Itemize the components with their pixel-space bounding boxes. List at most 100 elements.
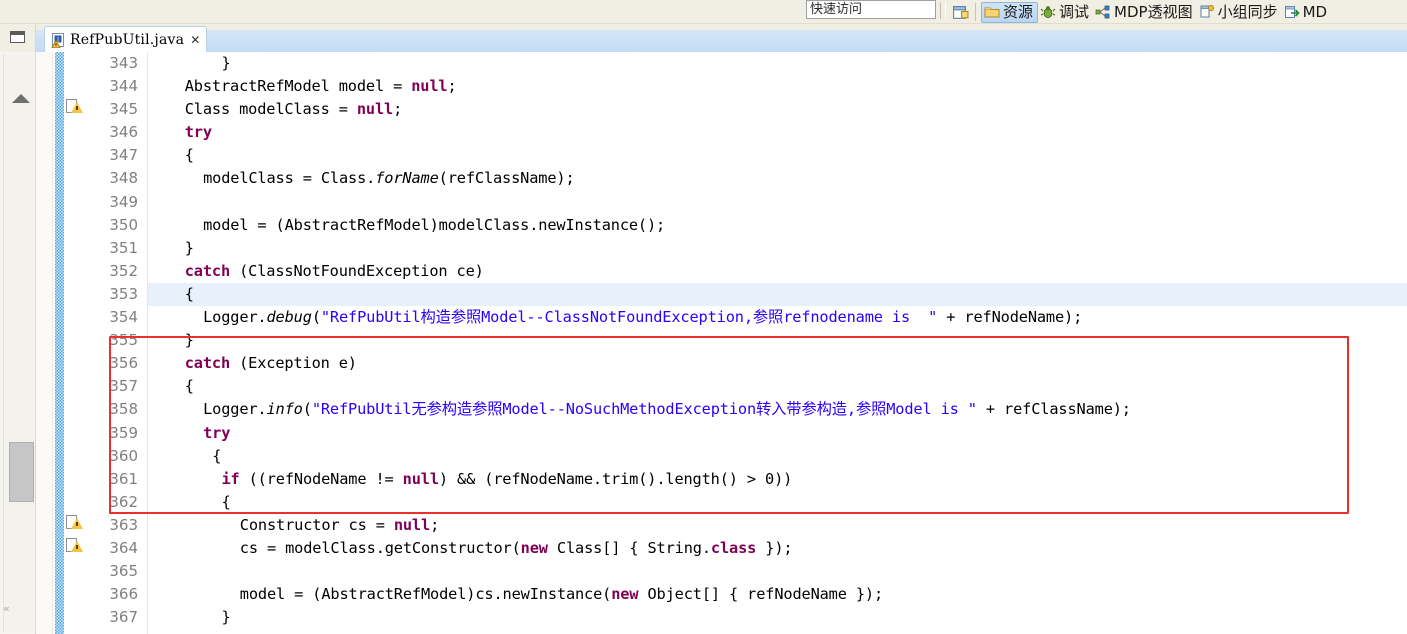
java-source-editor[interactable]: 343 344 345 346 347 348 349 350 351 352 353 354 355 3… xyxy=(36,52,1407,634)
code-text: { xyxy=(221,492,231,511)
annotation-ruler[interactable] xyxy=(36,52,53,634)
close-icon[interactable]: ✕ xyxy=(190,33,200,47)
code-line[interactable]: { xyxy=(148,144,1407,167)
line-number: 362 xyxy=(109,492,138,511)
gutter-row: 355 xyxy=(64,329,147,352)
perspective-team-sync-label: 小组同步 xyxy=(1217,3,1278,21)
line-number: 367 xyxy=(109,608,138,627)
code-text: { xyxy=(212,446,222,465)
warning-marker-icon[interactable] xyxy=(66,98,83,114)
code-line[interactable]: if ((refNodeName != null) && (refNodeNam… xyxy=(148,468,1407,491)
current-line-highlight xyxy=(148,282,1407,307)
perspective-resource-label: 资源 xyxy=(1003,3,1034,21)
code-line[interactable]: { xyxy=(148,282,1407,307)
line-number: 365 xyxy=(109,562,138,581)
line-number: 351 xyxy=(109,238,138,257)
code-line[interactable]: try xyxy=(148,121,1407,144)
code-text: catch (Exception e) xyxy=(184,354,357,373)
code-text: Constructor cs = null; xyxy=(239,515,440,534)
gutter-row: 346 xyxy=(64,121,147,144)
left-bottom-marker: « xyxy=(3,602,10,615)
line-number: 349 xyxy=(109,192,138,211)
line-number: 343 xyxy=(109,54,138,72)
line-number: 348 xyxy=(109,169,138,188)
line-number: 361 xyxy=(109,469,138,488)
code-text: catch (ClassNotFoundException ce) xyxy=(184,261,484,280)
perspective-md[interactable]: MD xyxy=(1282,2,1332,23)
scroll-up-arrow[interactable] xyxy=(12,94,30,103)
left-minimized-bar: « xyxy=(0,24,36,634)
quick-access-input[interactable]: 快速访问 xyxy=(806,0,936,19)
gutter-row: 363 xyxy=(64,514,147,537)
gutter-row: 353 xyxy=(64,283,147,306)
change-ruler xyxy=(55,52,64,634)
line-number: 355 xyxy=(109,331,138,350)
code-text-area[interactable]: } AbstractRefModel model = null; Class mod… xyxy=(148,52,1407,634)
code-line[interactable]: Logger.debug("RefPubUtil构造参照Model--Class… xyxy=(148,306,1407,329)
code-line[interactable]: Class modelClass = null; xyxy=(148,98,1407,121)
code-line[interactable]: } xyxy=(148,329,1407,352)
line-number: 344 xyxy=(109,77,138,96)
code-line[interactable]: model = (AbstractRefModel)modelClass.new… xyxy=(148,214,1407,237)
perspective-switcher: 资源 调试 MDP透视图 小组同步 MD xyxy=(950,0,1331,24)
editor-tab-refpubutil[interactable]: J RefPubUtil.java ✕ xyxy=(44,26,208,52)
line-number: 353 xyxy=(109,284,138,303)
code-line[interactable]: catch (Exception e) xyxy=(148,352,1407,375)
perspective-debug[interactable]: 调试 xyxy=(1038,2,1093,23)
line-number: 356 xyxy=(109,354,138,373)
code-text: try xyxy=(203,423,231,442)
gutter-row: 347 xyxy=(64,144,147,167)
line-number: 366 xyxy=(109,585,138,604)
code-line[interactable]: modelClass = Class.forName(refClassName)… xyxy=(148,167,1407,190)
eclipse-ide-window: 快速访问 资源 调试 MDP透视图 小组同步 MD « J RefPubUtil… xyxy=(0,0,1407,634)
editor-tab-strip: J RefPubUtil.java ✕ xyxy=(36,24,1407,52)
gutter-row: 362 xyxy=(64,491,147,514)
perspective-team-sync[interactable]: 小组同步 xyxy=(1197,2,1282,23)
code-line[interactable] xyxy=(148,560,1407,583)
code-line[interactable]: try xyxy=(148,422,1407,445)
code-text: AbstractRefModel model = null; xyxy=(184,77,457,96)
code-line[interactable]: cs = modelClass.getConstructor(new Class… xyxy=(148,537,1407,560)
code-text: if ((refNodeName != null) && (refNodeNam… xyxy=(221,469,793,488)
code-line[interactable]: Logger.info("RefPubUtil无参构造参照Model--NoSu… xyxy=(148,398,1407,421)
code-text: try xyxy=(184,123,212,142)
code-text: cs = modelClass.getConstructor(new Class… xyxy=(239,538,793,557)
line-number: 345 xyxy=(109,100,138,119)
line-number: 350 xyxy=(109,215,138,234)
gutter-row: 354 xyxy=(64,306,147,329)
warning-marker-icon[interactable] xyxy=(66,537,83,552)
code-line[interactable] xyxy=(148,191,1407,214)
code-line[interactable]: model = (AbstractRefModel)cs.newInstance… xyxy=(148,583,1407,606)
code-line[interactable]: } xyxy=(148,606,1407,629)
folder-icon xyxy=(984,4,1000,20)
toolbar-grip[interactable] xyxy=(940,2,946,19)
code-line[interactable]: { xyxy=(148,445,1407,468)
gutter-row: 366 xyxy=(64,583,147,606)
code-line[interactable]: catch (ClassNotFoundException ce) xyxy=(148,260,1407,283)
gutter-row: 348 xyxy=(64,167,147,190)
code-line[interactable]: { xyxy=(148,491,1407,514)
restore-icon[interactable] xyxy=(10,31,25,43)
code-line[interactable]: } xyxy=(148,237,1407,260)
code-line[interactable]: } xyxy=(148,52,1407,75)
scrollbar-thumb[interactable] xyxy=(9,442,34,502)
perspective-mdp[interactable]: MDP透视图 xyxy=(1093,2,1197,23)
restore-panel-area[interactable] xyxy=(0,24,35,52)
open-perspective-icon[interactable] xyxy=(952,4,969,21)
gutter-row: 367 xyxy=(64,606,147,629)
line-number: 347 xyxy=(109,146,138,165)
code-text: Logger.info("RefPubUtil无参构造参照Model--NoSu… xyxy=(203,400,1131,419)
code-text: Class modelClass = null; xyxy=(184,100,403,119)
code-line[interactable]: { xyxy=(148,375,1407,398)
vertical-scrollbar[interactable] xyxy=(3,54,34,632)
perspective-resource[interactable]: 资源 xyxy=(981,1,1039,23)
code-line[interactable]: Constructor cs = null; xyxy=(148,514,1407,537)
line-number: 358 xyxy=(109,400,138,419)
warning-marker-icon[interactable] xyxy=(66,514,83,529)
gutter-row: 344 xyxy=(64,75,147,98)
bug-icon xyxy=(1040,4,1056,20)
code-text: { xyxy=(184,377,194,396)
code-line[interactable]: AbstractRefModel model = null; xyxy=(148,75,1407,98)
gutter-row: 345 xyxy=(64,98,147,121)
code-text: { xyxy=(184,146,194,165)
